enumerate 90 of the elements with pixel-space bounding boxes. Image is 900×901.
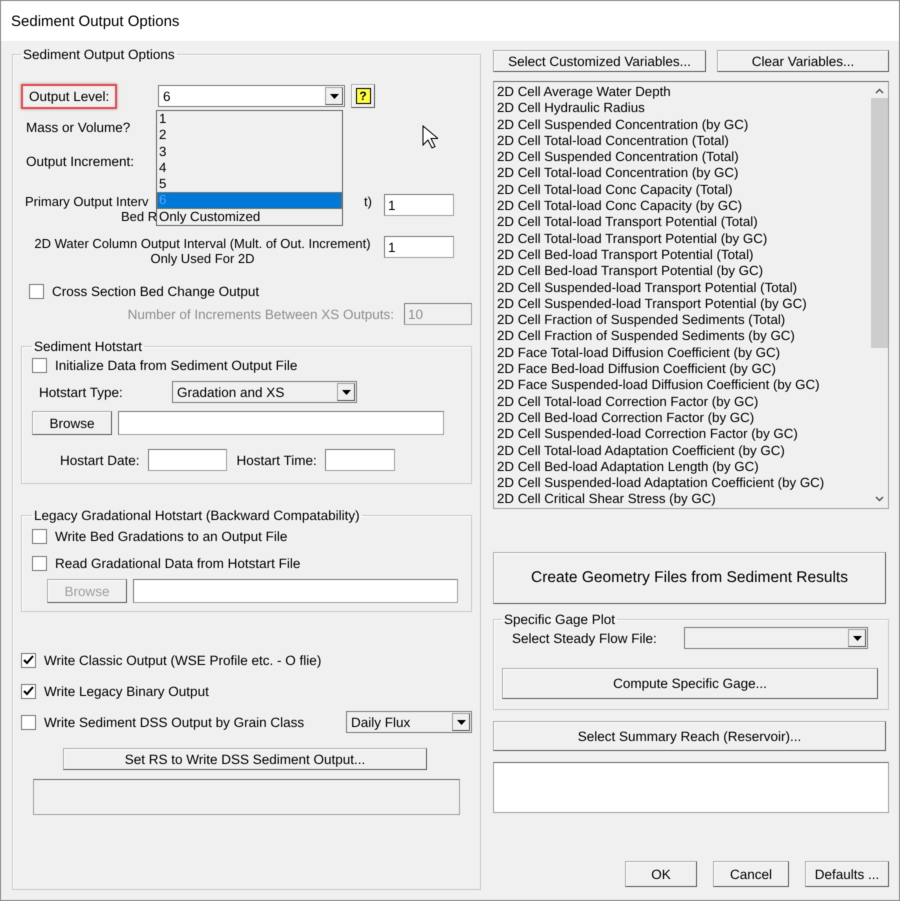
- dropdown-option[interactable]: 1: [157, 111, 342, 128]
- text-area[interactable]: [33, 779, 460, 815]
- dropdown-option[interactable]: 4: [157, 160, 342, 176]
- clear-variables-button[interactable]: Clear Variables...: [717, 50, 889, 72]
- compute-gage-button[interactable]: Compute Specific Gage...: [502, 668, 878, 699]
- variables-list[interactable]: [493, 81, 889, 509]
- checkbox[interactable]: Initialize Data from Sediment Output File: [32, 358, 298, 373]
- list-item[interactable]: 2D Cell Total-load Conc Capacity (Total): [497, 182, 867, 198]
- group-title: Specific Gage Plot: [504, 612, 616, 627]
- dialog-button[interactable]: OK: [625, 861, 697, 887]
- field-label: Hotstart Type:: [39, 384, 124, 400]
- field-label: Hostart Time:: [236, 452, 317, 468]
- field-label: Output Increment:: [26, 154, 134, 168]
- summary-reach-button[interactable]: Select Summary Reach (Reservoir)...: [493, 721, 886, 751]
- field-label: Bed R: [121, 209, 158, 224]
- check-icon: [23, 655, 34, 665]
- list-item[interactable]: 2D Cell Average Water Depth: [497, 84, 867, 100]
- list-item[interactable]: 2D Cell Total-load Adaptation Coefficient (by GC): [497, 442, 867, 459]
- dropdown-option[interactable]: 5: [157, 176, 342, 192]
- list-item[interactable]: 2D Cell Fraction of Suspended Sediments (by GC): [497, 328, 867, 345]
- field-label: Number of Increments Between XS Outputs:: [128, 306, 394, 322]
- list-item[interactable]: 2D Cell Critical Shear Stress (by GC): [497, 491, 867, 508]
- list-item[interactable]: 2D Cell Suspended Concentration (by GC): [497, 116, 867, 133]
- text-area[interactable]: [493, 762, 889, 813]
- field-label: Select Steady Flow File:: [512, 630, 658, 646]
- checkbox[interactable]: Cross Section Bed Change Output: [29, 284, 260, 299]
- list-item[interactable]: 2D Cell Total-load Correction Factor (by GC): [497, 394, 867, 410]
- list-item[interactable]: 2D Cell Total-load Concentration (Total): [497, 132, 867, 150]
- dialog-button[interactable]: Defaults ...: [805, 861, 889, 887]
- field-label: Mass or Volume?: [26, 120, 130, 134]
- input-field[interactable]: [133, 579, 458, 603]
- list-item[interactable]: 2D Cell Bed-load Transport Potential (Total): [497, 246, 867, 264]
- input-field[interactable]: 1: [384, 194, 454, 216]
- input-field[interactable]: [324, 449, 395, 471]
- list-item[interactable]: 2D Cell Total-load Conc Capacity (by GC): [497, 198, 867, 214]
- checkbox[interactable]: Write Sediment DSS Output by Grain Class: [21, 714, 304, 730]
- group-title: Sediment Hotstart: [34, 339, 142, 354]
- list-item[interactable]: 2D Face Suspended-load Diffusion Coefficient (by GC): [497, 377, 867, 394]
- dropdown-option[interactable]: Only Customized: [157, 208, 342, 226]
- combo-box[interactable]: 6: [158, 85, 345, 107]
- caret-icon: [456, 720, 466, 724]
- field-label: Output Level:: [21, 84, 118, 108]
- field-label: t): [364, 194, 372, 209]
- window-title: Sediment Output Options: [11, 12, 180, 30]
- list-item[interactable]: 2D Cell Suspended Concentration (Total): [497, 149, 867, 166]
- combo-box[interactable]: [684, 627, 868, 649]
- dropdown-option[interactable]: 3: [157, 144, 342, 160]
- select-variables-button[interactable]: Select Customized Variables...: [493, 50, 706, 72]
- field-note: Only Used For 2D: [150, 251, 255, 266]
- field-label: 2D Water Column Output Interval (Mult. of Out. Increment): [34, 236, 371, 251]
- mouse-pointer-icon: [422, 125, 438, 149]
- scroll-up-icon: [874, 88, 884, 94]
- checkbox[interactable]: Write Classic Output (WSE Profile etc. - O flie): [21, 652, 322, 668]
- scroll-down-icon: [874, 496, 884, 502]
- list-item[interactable]: 2D Cell Bed-load Transport Potential (by GC): [497, 263, 867, 280]
- list-item[interactable]: 2D Cell Hydraulic Radius: [497, 100, 867, 117]
- set-rs-button[interactable]: Set RS to Write DSS Sediment Output...: [63, 748, 427, 770]
- field-label: Hostart Date:: [60, 452, 140, 468]
- checkbox[interactable]: Write Bed Gradations to an Output File: [32, 529, 288, 544]
- list-item[interactable]: 2D Cell Total-load Transport Potential (Total): [497, 214, 867, 231]
- list-item[interactable]: 2D Cell Fraction of Suspended Sediments (Total): [497, 312, 867, 328]
- caret-icon: [342, 390, 350, 394]
- list-item[interactable]: 2D Face Bed-load Diffusion Coefficient (by GC): [497, 361, 867, 378]
- list-item[interactable]: 2D Cell Suspended-load Correction Factor (by GC): [497, 426, 867, 443]
- input-field[interactable]: [118, 411, 444, 435]
- combo-box[interactable]: Daily Flux: [346, 711, 472, 733]
- help-button[interactable]: ?: [351, 84, 375, 108]
- input-field[interactable]: 1: [384, 236, 454, 258]
- checkbox[interactable]: Write Legacy Binary Output: [21, 684, 209, 698]
- checkbox[interactable]: Read Gradational Data from Hotstart File: [32, 556, 300, 571]
- input-field[interactable]: [148, 449, 227, 471]
- combo-box[interactable]: Gradation and XS: [172, 381, 357, 403]
- list-item[interactable]: 2D Cell Suspended-load Transport Potential (Total): [497, 280, 867, 296]
- group-title: Sediment Output Options: [23, 47, 175, 62]
- list-item[interactable]: 2D Cell Suspended-load Transport Potential (by GC): [497, 296, 867, 312]
- group-title: Legacy Gradational Hotstart (Backward Compatability): [34, 508, 360, 523]
- create-geometry-button[interactable]: Create Geometry Files from Sediment Results: [493, 552, 886, 604]
- list-item[interactable]: 2D Cell Suspended-load Adaptation Coefficient (by GC): [497, 475, 867, 492]
- check-icon: [23, 686, 34, 696]
- list-item[interactable]: 2D Face Total-load Diffusion Coefficient (by GC): [497, 344, 867, 362]
- list-item[interactable]: 2D Cell Total-load Transport Potential (by GC): [497, 230, 867, 247]
- list-item[interactable]: 2D Cell Total-load Concentration (by GC): [497, 165, 867, 182]
- dropdown-option[interactable]: 2: [157, 127, 342, 144]
- dialog-button[interactable]: Cancel: [713, 861, 789, 887]
- browse-button[interactable]: Browse: [32, 411, 112, 435]
- list-item[interactable]: 2D Cell Bed-load Correction Factor (by GC): [497, 410, 867, 426]
- caret-icon: [330, 94, 338, 98]
- caret-icon: [852, 636, 862, 640]
- list-item[interactable]: 2D Cell Bed-load Adaptation Length (by GC): [497, 458, 867, 476]
- field-label: Primary Output Interv: [25, 194, 149, 209]
